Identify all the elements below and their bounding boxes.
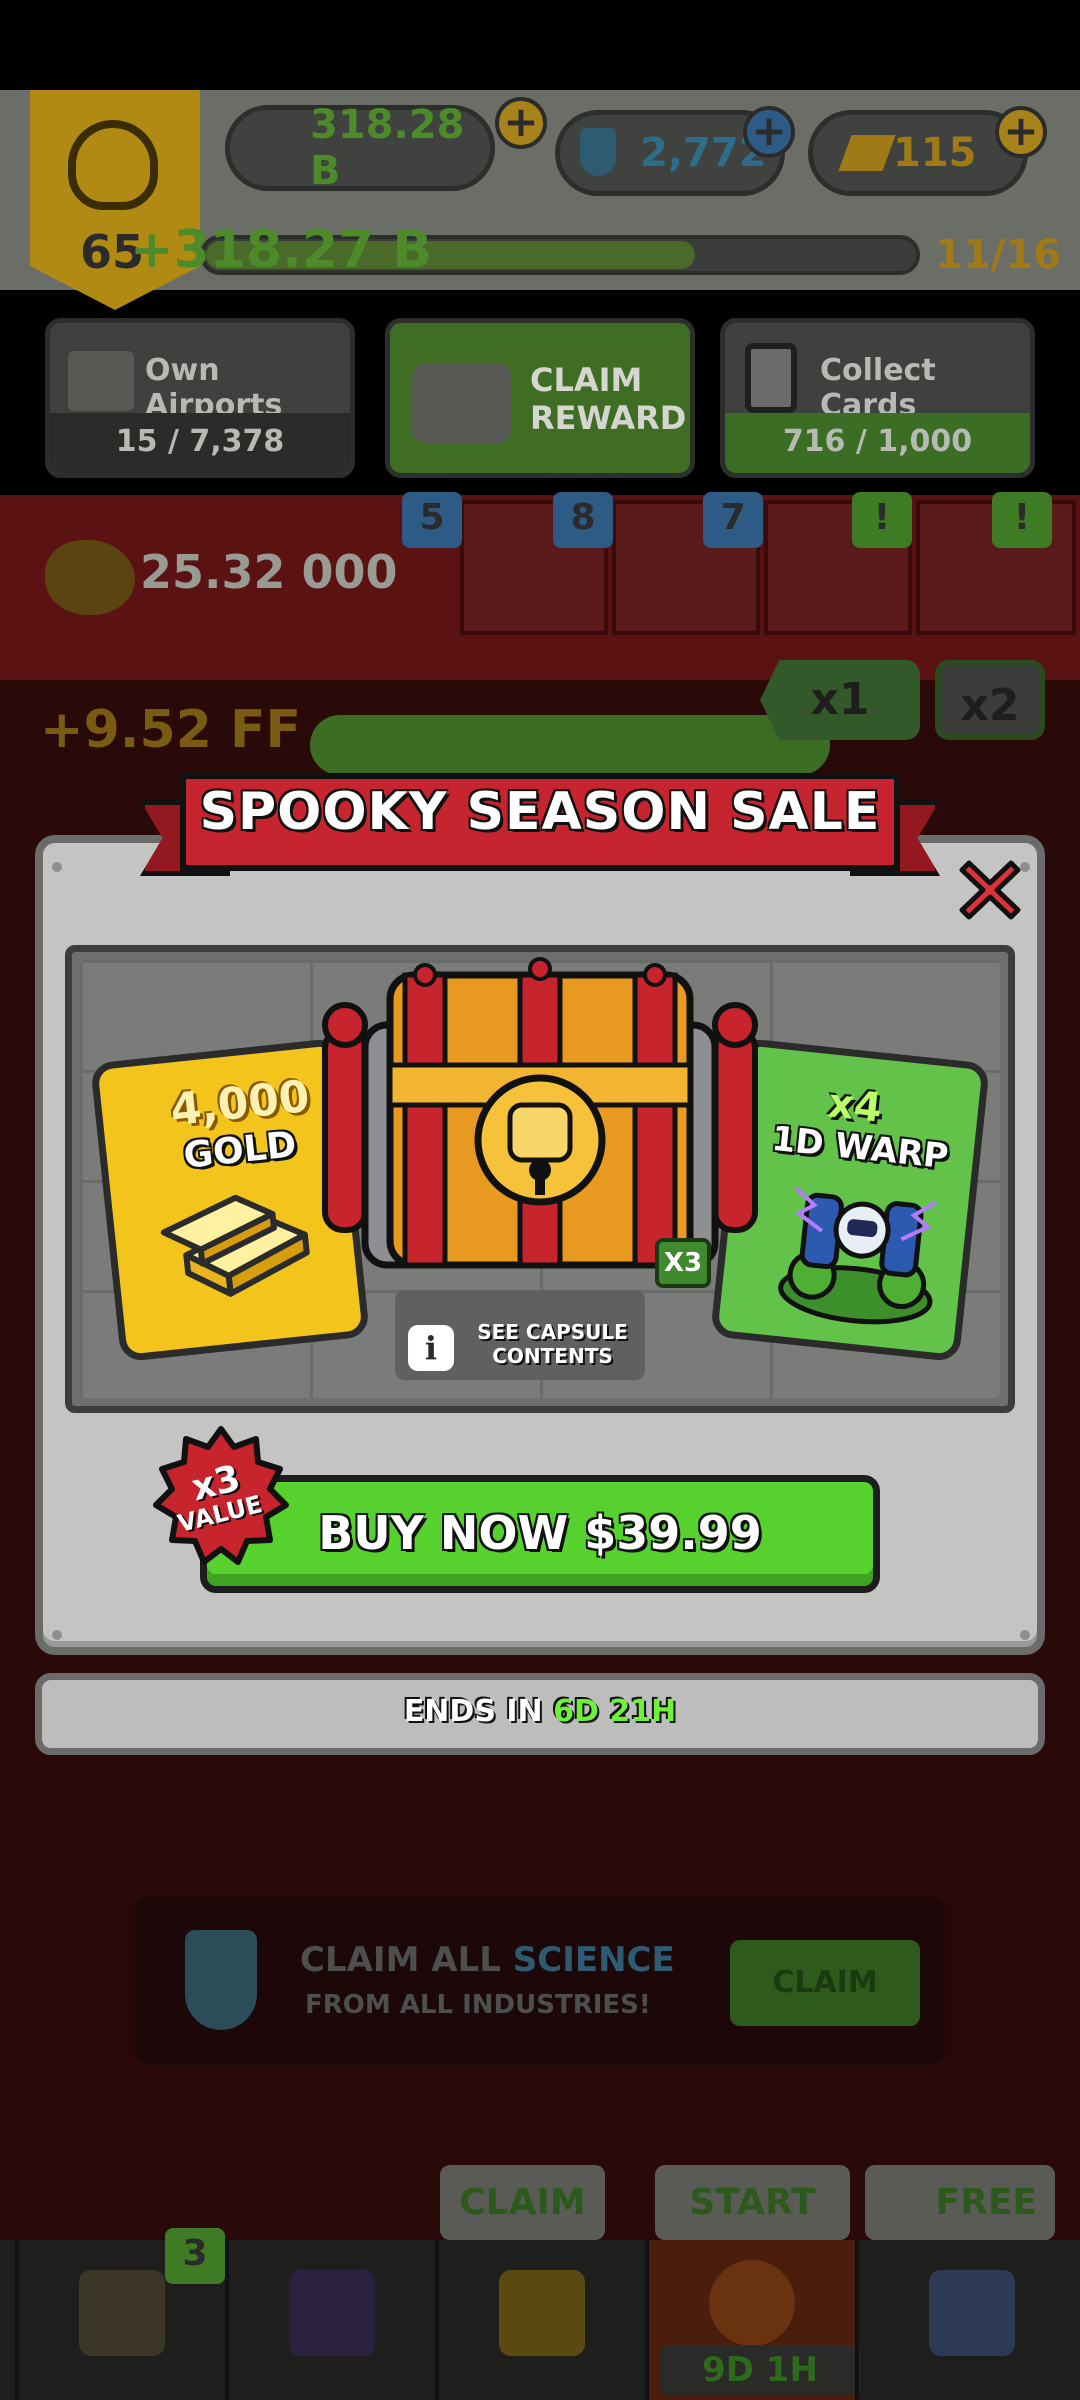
warp-device-icon [778, 1186, 937, 1325]
rivet [1020, 1630, 1030, 1640]
capsule-chest-icon [322, 957, 758, 1269]
rivet [52, 862, 62, 872]
multiplier-x1-button[interactable]: x1 [760, 660, 920, 740]
tab-free-button[interactable]: FREE [865, 2165, 1055, 2240]
see-contents-label: SEE CAPSULE CONTENTS [477, 1320, 628, 1368]
tile-progress: 15 / 7,378 [115, 424, 285, 459]
earn-progress-bar [310, 715, 830, 775]
sale-timer: ENDS IN 6D 21H [35, 1694, 1045, 1729]
multiplier-x2-button[interactable]: x2 [935, 660, 1045, 740]
gold-pill: 115 [808, 110, 1028, 196]
science-banner-title-b: SCIENCE [512, 1940, 675, 1980]
pumpkin-icon [709, 2260, 795, 2346]
slot-badge: 8 [553, 492, 613, 548]
nav-tickets[interactable] [435, 2240, 645, 2400]
ends-prefix: ENDS IN [403, 1694, 543, 1729]
tab-start-button[interactable]: START [655, 2165, 850, 2240]
tile-progress: 716 / 1,000 [782, 424, 973, 459]
gold-value: 115 [893, 130, 977, 176]
science-banner-title-a: CLAIM ALL [300, 1940, 501, 1980]
flask-icon [185, 1930, 257, 2030]
combat-power-pill: 318.28 B [225, 102, 495, 194]
flag-icon [79, 2270, 165, 2356]
xp-count: 11/16 [935, 232, 1061, 278]
nav-shop[interactable] [855, 2240, 1080, 2400]
slot-badge: 5 [402, 492, 462, 548]
potato-icon [45, 540, 135, 615]
rivet [52, 1630, 62, 1640]
xp-gain: +318.27 B [130, 220, 432, 280]
status-bar [0, 0, 1080, 90]
own-airports-tile[interactable]: Own Airports 15 / 7,378 [45, 318, 355, 478]
buy-now-label: BUY NOW $39.99 [318, 1506, 762, 1560]
money-value: 25.32 000 [140, 545, 398, 599]
wings-icon [68, 120, 158, 210]
add-science-button[interactable]: + [743, 106, 795, 158]
science-banner-subtitle: FROM ALL INDUSTRIES! [305, 1990, 651, 2020]
capsule-count-badge: X3 [655, 1238, 711, 1288]
shop-bag-icon [929, 2270, 1015, 2356]
chest-icon [412, 363, 512, 443]
gold-bars-icon [160, 1194, 310, 1297]
cards-icon [289, 2270, 375, 2356]
nav-flag-badge: 3 [165, 2228, 225, 2284]
claim-reward-tile[interactable]: CLAIM REWARD [385, 318, 695, 478]
event-timer: 9D 1H [660, 2345, 860, 2395]
nav-cards[interactable] [225, 2240, 435, 2400]
ends-hours: 21H [609, 1694, 677, 1729]
collect-cards-tile[interactable]: Collect Cards 716 / 1,000 [720, 318, 1035, 478]
airport-icon [68, 351, 134, 411]
ends-days: 6D [553, 1694, 599, 1729]
close-icon[interactable] [955, 855, 1025, 925]
science-banner-title: CLAIM ALL SCIENCE [300, 1940, 675, 1980]
modal-title: SPOOKY SEASON SALE [199, 782, 881, 842]
add-power-button[interactable]: + [495, 97, 547, 149]
slot-badge: ! [992, 492, 1052, 548]
earn-rate: +9.52 FF [40, 700, 302, 760]
flask-icon [580, 128, 616, 176]
slot-badge: 7 [703, 492, 763, 548]
slot-badge: ! [852, 492, 912, 548]
tab-claim-button[interactable]: CLAIM [440, 2165, 605, 2240]
claim-reward-label: CLAIM REWARD [530, 361, 687, 437]
combat-power-value: 318.28 B [310, 102, 465, 194]
info-icon[interactable]: i [408, 1325, 454, 1371]
add-gold-button[interactable]: + [995, 106, 1047, 158]
ticket-icon [499, 2270, 585, 2356]
card-icon [745, 343, 797, 413]
claim-science-button[interactable]: CLAIM [730, 1940, 920, 2026]
